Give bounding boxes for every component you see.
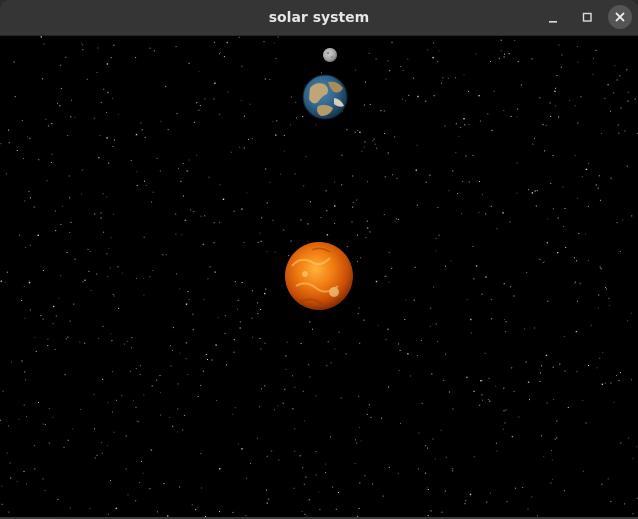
app-window: solar system (0, 0, 638, 519)
close-icon (615, 12, 625, 22)
minimize-button[interactable] (541, 5, 565, 29)
minimize-icon (549, 21, 557, 23)
moon[interactable] (323, 48, 337, 62)
scene-svg (0, 36, 638, 517)
maximize-button[interactable] (575, 5, 599, 29)
scene-canvas[interactable] (0, 36, 638, 517)
earth[interactable] (302, 74, 348, 120)
sun[interactable] (285, 242, 353, 310)
title-bar[interactable]: solar system (0, 0, 638, 36)
maximize-icon (582, 12, 592, 22)
close-button[interactable] (608, 5, 632, 29)
